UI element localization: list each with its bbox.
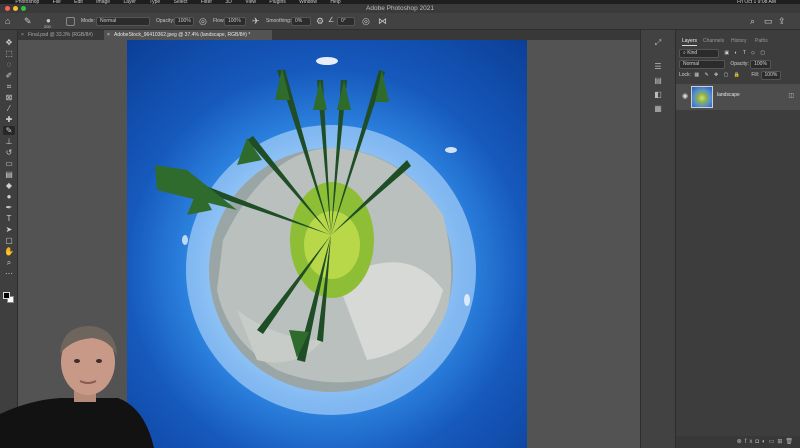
layer-name[interactable]: landscape bbox=[717, 92, 740, 98]
layers-bottom-bar: ⊗fx◘◐▭⊞🗑 bbox=[676, 436, 800, 448]
panel-icon-column: ⤢ ☰ ▤ ◧ ▦ bbox=[640, 30, 676, 448]
title-bar: Adobe Photoshop 2021 bbox=[0, 4, 800, 13]
home-icon[interactable]: ⌂ bbox=[5, 16, 10, 26]
share-icon[interactable]: ⇪ bbox=[778, 16, 786, 26]
pressure-opacity-icon[interactable]: ◎ bbox=[199, 16, 207, 26]
tab-channels[interactable]: Channels bbox=[703, 36, 724, 46]
options-bar: ⌂ ✎ ● 200 Mode: Normal Opacity: 100% ◎ F… bbox=[0, 13, 800, 30]
opacity-field[interactable]: 100% bbox=[174, 17, 194, 26]
filter-row: ⌕ Kind ▣ ◐ T ◇ ▢ bbox=[679, 49, 767, 58]
brush-settings-icon[interactable] bbox=[66, 17, 75, 26]
layer-row-landscape[interactable]: ◉ landscape ◫ bbox=[676, 84, 800, 110]
swatches-icon[interactable]: ▦ bbox=[651, 104, 665, 114]
layer-opacity-field[interactable]: 100% bbox=[750, 60, 771, 69]
brush-tool-preset-icon[interactable]: ✎ bbox=[24, 16, 32, 26]
filter-icons[interactable]: ▣ ◐ T ◇ ▢ bbox=[724, 50, 767, 56]
hand-icon[interactable]: ✋ bbox=[3, 247, 15, 256]
pen-icon[interactable]: ✒ bbox=[3, 203, 15, 212]
tiny-planet-artwork bbox=[155, 57, 476, 415]
properties-icon[interactable]: ☰ bbox=[651, 62, 665, 72]
foreground-color-swatch[interactable] bbox=[3, 292, 10, 299]
libraries-icon[interactable]: ▤ bbox=[651, 76, 665, 86]
tab-paths[interactable]: Paths bbox=[755, 36, 768, 46]
tab-history[interactable]: History bbox=[731, 36, 747, 46]
presenter-video-overlay bbox=[0, 318, 160, 448]
angle-icon: ∠ bbox=[328, 17, 335, 24]
presenter-figure bbox=[0, 326, 154, 448]
zoom-window-button[interactable] bbox=[21, 6, 26, 11]
brush-icon[interactable]: ✎ bbox=[3, 126, 15, 135]
lock-row: Lock: ▦ ✎ ✥ ▢ 🔒 Fill: 100% bbox=[679, 71, 782, 80]
shape-icon[interactable]: ▢ bbox=[3, 236, 15, 245]
adjustment-layer-icon[interactable]: ◐ bbox=[762, 439, 769, 445]
dodge-icon[interactable]: ● bbox=[3, 192, 15, 201]
crop-icon[interactable]: ⌗ bbox=[3, 82, 15, 91]
smoothing-settings-icon[interactable]: ⚙ bbox=[316, 16, 324, 26]
smoothing-label: Smoothing: bbox=[266, 18, 292, 24]
document-tabs: × Final.psd @ 33.3% (RGB/8#) × AdobeStoc… bbox=[18, 30, 640, 40]
photoshop-window: Photoshop File Edit Image Layer Type Sel… bbox=[0, 0, 800, 448]
eyedropper-icon[interactable]: ⁄ bbox=[3, 104, 15, 113]
move-icon[interactable]: ✥ bbox=[3, 38, 15, 47]
zoom-icon[interactable]: ⌕ bbox=[3, 258, 15, 267]
opacity-label: Opacity: bbox=[156, 18, 175, 24]
window-title: Adobe Photoshop 2021 bbox=[366, 5, 434, 12]
smart-object-icon: ◫ bbox=[788, 93, 794, 99]
tiny-planet-image[interactable] bbox=[127, 40, 527, 448]
symmetry-icon[interactable]: ⋈ bbox=[378, 16, 387, 26]
lasso-icon[interactable]: ◌ bbox=[3, 60, 15, 69]
adjust-icon[interactable]: ⤢ bbox=[651, 38, 665, 48]
workspace-icon[interactable]: ▭ bbox=[764, 16, 773, 26]
flow-field[interactable]: 100% bbox=[224, 17, 246, 26]
layer-style-icon[interactable]: fx bbox=[745, 439, 756, 445]
pressure-size-icon[interactable]: ◎ bbox=[362, 16, 370, 26]
quick-select-icon[interactable]: ✐ bbox=[3, 71, 15, 80]
panel-tabs: Layers Channels History Paths bbox=[676, 36, 800, 46]
mode-label: Mode: bbox=[81, 18, 95, 24]
more-icon[interactable]: ⋯ bbox=[3, 269, 15, 278]
close-tab-icon[interactable]: × bbox=[107, 30, 110, 40]
blend-mode-select[interactable]: Normal bbox=[679, 60, 725, 69]
kind-filter-select[interactable]: ⌕ Kind bbox=[679, 49, 719, 58]
history-brush-icon[interactable]: ↺ bbox=[3, 148, 15, 157]
tab-layers[interactable]: Layers bbox=[682, 36, 698, 46]
type-icon[interactable]: T bbox=[3, 214, 15, 223]
blur-icon[interactable]: ◆ bbox=[3, 181, 15, 190]
stamp-icon[interactable]: ⊥ bbox=[3, 137, 15, 146]
layers-panel-icon[interactable]: ◧ bbox=[651, 90, 665, 100]
healing-icon[interactable]: ✚ bbox=[3, 115, 15, 124]
eraser-icon[interactable]: ▭ bbox=[3, 159, 15, 168]
fill-label: Fill: bbox=[751, 72, 760, 78]
path-select-icon[interactable]: ➤ bbox=[3, 225, 15, 234]
link-layers-icon[interactable]: ⊗ bbox=[737, 439, 745, 445]
layers-panel: Layers Channels History Paths ⌕ Kind ▣ ◐… bbox=[676, 30, 800, 448]
airbrush-icon[interactable]: ✈ bbox=[252, 16, 260, 26]
blend-row: Normal Opacity: 100% bbox=[679, 60, 771, 69]
gradient-icon[interactable]: ▤ bbox=[3, 170, 15, 179]
visibility-eye-icon[interactable]: ◉ bbox=[682, 92, 688, 100]
kind-label: Kind bbox=[687, 50, 698, 56]
frame-icon[interactable]: ⊠ bbox=[3, 93, 15, 102]
tab-label: Final.psd @ 33.3% (RGB/8#) bbox=[28, 32, 93, 38]
search-icon[interactable]: ⌕ bbox=[750, 16, 755, 26]
layer-thumbnail bbox=[691, 86, 713, 108]
fill-field[interactable]: 100% bbox=[760, 71, 782, 80]
tab-label: AdobeStock_96410362.jpeg @ 37.4% (landsc… bbox=[114, 32, 251, 38]
mode-select[interactable]: Normal bbox=[96, 17, 150, 26]
tab-adobestock-jpeg[interactable]: × AdobeStock_96410362.jpeg @ 37.4% (land… bbox=[104, 30, 272, 40]
trash-icon[interactable]: 🗑 bbox=[785, 439, 796, 445]
angle-field[interactable]: 0° bbox=[337, 17, 355, 26]
lock-icons[interactable]: ▦ ✎ ✥ ▢ 🔒 bbox=[694, 72, 742, 78]
lock-label: Lock: bbox=[679, 72, 691, 78]
close-window-button[interactable] bbox=[5, 6, 10, 11]
marquee-icon[interactable]: ⬚ bbox=[3, 49, 15, 58]
tab-final-psd[interactable]: × Final.psd @ 33.3% (RGB/8#) bbox=[18, 30, 104, 40]
close-tab-icon[interactable]: × bbox=[21, 30, 24, 40]
minimize-window-button[interactable] bbox=[13, 6, 18, 11]
layer-opacity-label: Opacity: bbox=[730, 61, 749, 67]
smoothing-field[interactable]: 0% bbox=[291, 17, 311, 26]
